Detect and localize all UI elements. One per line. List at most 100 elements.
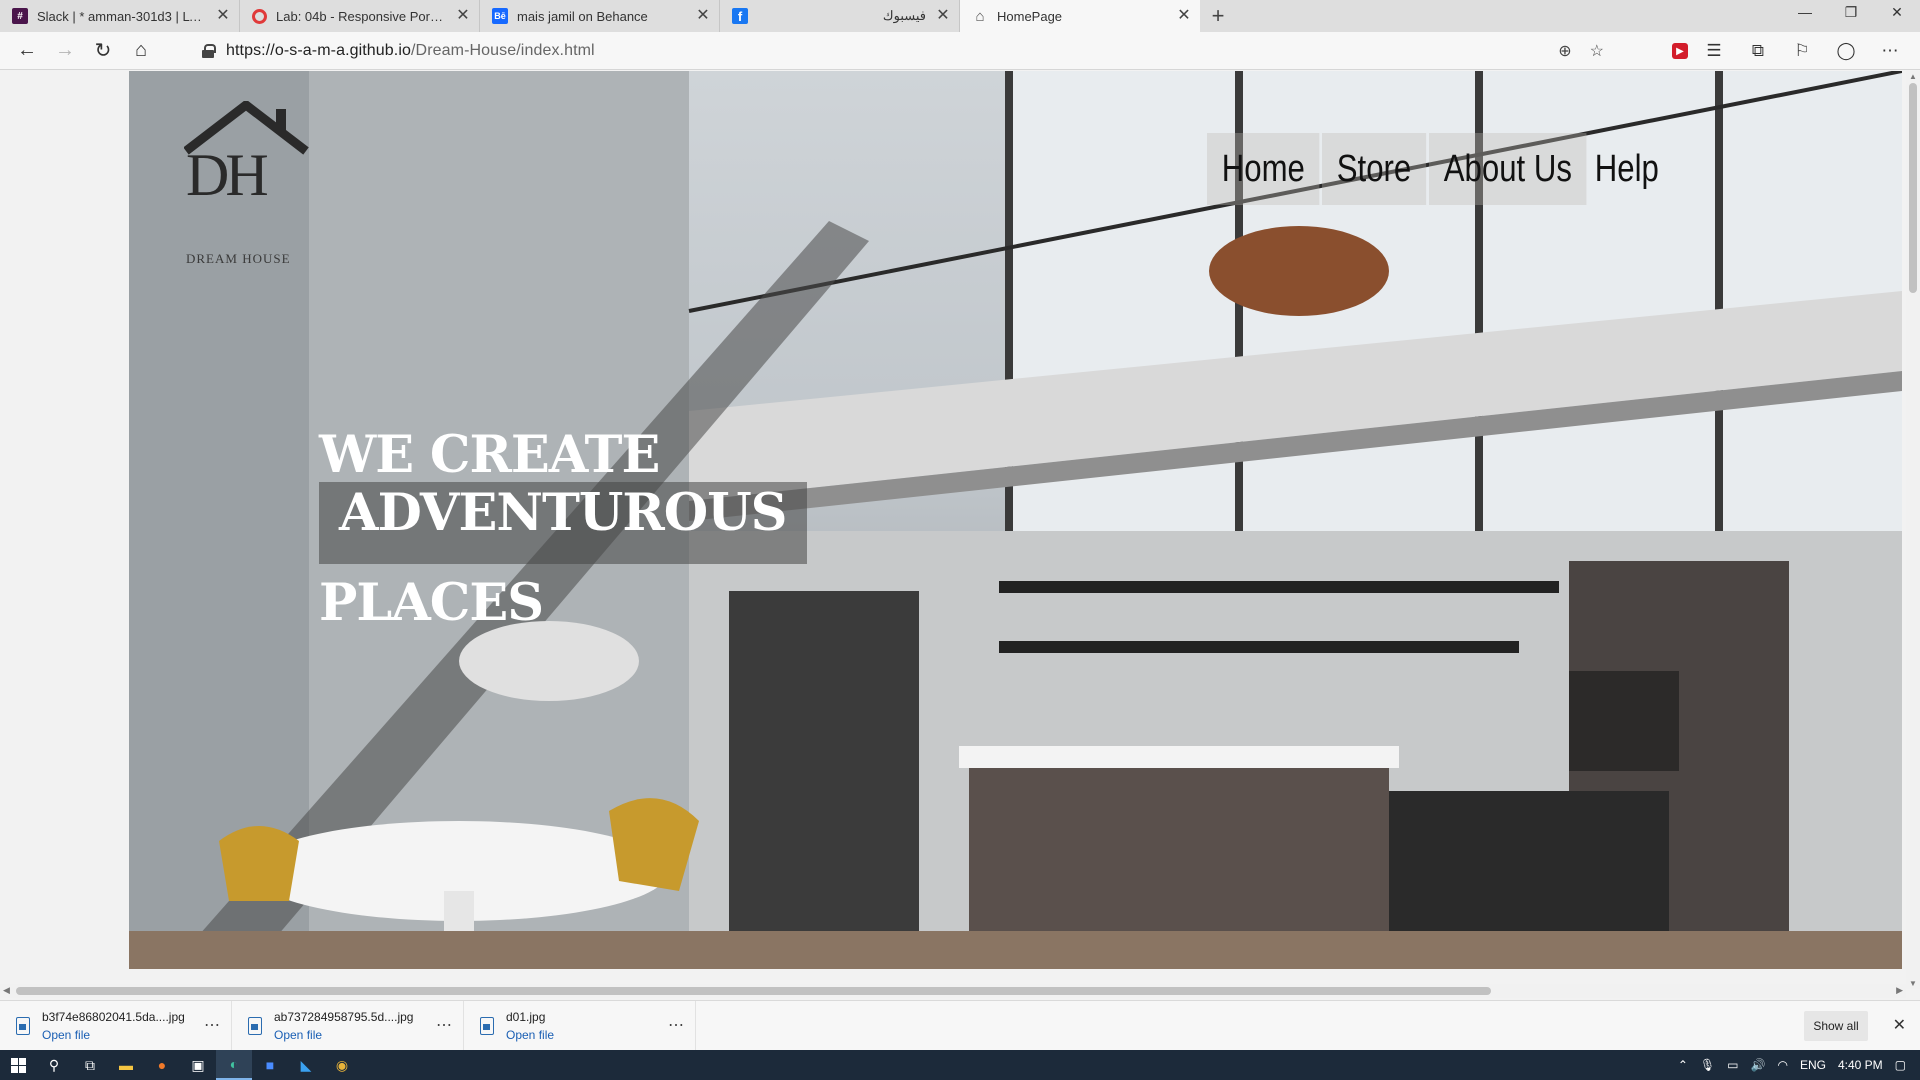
scroll-right-arrow-icon[interactable]: ▶ (1896, 985, 1903, 996)
download-item[interactable]: b3f74e86802041.5da....jpg Open file ⋯ (0, 1000, 232, 1051)
volume-icon[interactable]: 🔊 (1751, 1058, 1766, 1072)
start-button[interactable] (0, 1050, 36, 1080)
notifications-icon[interactable]: ▢ (1895, 1058, 1906, 1072)
microphone-icon[interactable]: 🎙 (1700, 1058, 1715, 1072)
chrome-icon[interactable]: ◉ (324, 1050, 360, 1080)
close-downloads-icon[interactable]: ✕ (1893, 1015, 1906, 1035)
refresh-button[interactable]: ↻ (84, 35, 122, 67)
more-menu-icon[interactable]: ⋯ (1872, 36, 1908, 66)
photos-icon[interactable]: ▣ (180, 1050, 216, 1080)
horizontal-scrollbar[interactable]: ◀ ▶ (0, 984, 1906, 998)
image-file-icon (480, 1016, 494, 1035)
close-tab-icon[interactable]: ✕ (1176, 8, 1192, 24)
tab-title: فيسبوك (882, 8, 926, 23)
more-options-icon[interactable]: ⋯ (436, 1015, 453, 1035)
open-file-link[interactable]: Open file (42, 1028, 185, 1042)
more-options-icon[interactable]: ⋯ (204, 1015, 221, 1035)
downloads-bar: b3f74e86802041.5da....jpg Open file ⋯ ab… (0, 1000, 1920, 1051)
forward-button[interactable]: → (46, 35, 84, 67)
slack-icon: # (12, 8, 28, 24)
site-logo[interactable]: DH (184, 101, 309, 213)
tab-lab[interactable]: Lab: 04b - Responsive Portfolio ✕ (240, 0, 480, 32)
battery-icon[interactable]: ▭ (1727, 1058, 1738, 1072)
image-file-icon (248, 1016, 262, 1035)
scroll-left-arrow-icon[interactable]: ◀ (3, 985, 10, 996)
minimize-button[interactable]: — (1782, 0, 1828, 24)
hero-headline: WE CREATE ADVENTUROUS PLACES (319, 426, 807, 632)
new-tab-button[interactable]: + (1200, 0, 1236, 32)
url-text[interactable]: https://o-s-a-m-a.github.io/Dream-House/… (226, 42, 595, 60)
tab-slack[interactable]: # Slack | * amman-301d3 | LTUC - ... ✕ (0, 0, 240, 32)
home-button[interactable]: ⌂ (122, 35, 160, 67)
url-scheme: https:// (226, 42, 275, 59)
app-orange-icon[interactable]: ● (144, 1050, 180, 1080)
tab-title: Lab: 04b - Responsive Portfolio (276, 8, 446, 24)
zoom-icon[interactable]: ⊕ (1558, 41, 1571, 61)
task-view-icon[interactable]: ⧉ (72, 1050, 108, 1080)
close-tab-icon[interactable]: ✕ (695, 8, 711, 24)
close-tab-icon[interactable]: ✕ (935, 8, 951, 24)
show-hidden-icons-icon[interactable]: ⌃ (1678, 1058, 1688, 1072)
tab-facebook[interactable]: f فيسبوك ✕ (720, 0, 960, 32)
page-viewport: DH DREAM HOUSE Home Store About Us Help … (0, 71, 1906, 989)
windows-logo-icon (10, 1057, 26, 1073)
ltuc-icon (252, 8, 267, 24)
image-file-icon (16, 1016, 30, 1035)
file-explorer-icon[interactable]: ▬ (108, 1050, 144, 1080)
favorites-icon[interactable]: ☰ (1696, 36, 1732, 66)
tab-title: Slack | * amman-301d3 | LTUC - ... (37, 8, 206, 24)
download-filename: d01.jpg (506, 1009, 546, 1024)
logo-monogram: DH (186, 142, 269, 208)
nav-about-us[interactable]: About Us (1429, 133, 1587, 205)
download-item[interactable]: ab737284958795.5d....jpg Open file ⋯ (232, 1000, 464, 1051)
more-options-icon[interactable]: ⋯ (668, 1015, 685, 1035)
window-controls: — ❐ ✕ (1782, 0, 1920, 24)
scroll-down-arrow-icon[interactable]: ▼ (1909, 979, 1917, 988)
tab-strip: # Slack | * amman-301d3 | LTUC - ... ✕ L… (0, 0, 1920, 32)
extension-icon[interactable]: ▶ (1672, 43, 1688, 59)
horizontal-scroll-thumb[interactable] (16, 987, 1491, 995)
open-file-link[interactable]: Open file (506, 1028, 554, 1042)
favorite-star-icon[interactable]: ☆ (1590, 41, 1604, 61)
hero-section: DH DREAM HOUSE Home Store About Us Help … (129, 71, 1902, 969)
url-path: /Dream-House/index.html (411, 42, 595, 59)
behance-icon: Bē (492, 8, 508, 24)
scroll-up-arrow-icon[interactable]: ▲ (1909, 72, 1917, 81)
open-file-link[interactable]: Open file (274, 1028, 413, 1042)
system-tray: ⌃ 🎙 ▭ 🔊 ◠ ENG 4:40 PM ▢ (1678, 1050, 1920, 1080)
feedback-icon[interactable]: ⚐ (1784, 36, 1820, 66)
show-all-downloads-button[interactable]: Show all (1804, 1011, 1868, 1041)
address-bar[interactable]: https://o-s-a-m-a.github.io/Dream-House/… (190, 36, 1610, 66)
vertical-scrollbar[interactable]: ▲ ▼ (1906, 71, 1920, 989)
vertical-scroll-thumb[interactable] (1909, 83, 1917, 293)
vscode-icon[interactable]: ◣ (288, 1050, 324, 1080)
tab-title: HomePage (997, 8, 1063, 24)
back-button[interactable]: ← (8, 35, 46, 67)
address-bar-actions: ⊕ ☆ (1558, 36, 1610, 66)
close-tab-icon[interactable]: ✕ (455, 8, 471, 24)
headline-line-1: WE CREATE (319, 425, 660, 485)
download-item[interactable]: d01.jpg Open file ⋯ (464, 1000, 696, 1051)
lock-icon[interactable] (202, 44, 216, 58)
profile-icon[interactable]: ◯ (1828, 36, 1864, 66)
url-domain: o-s-a-m-a.github.io (274, 42, 412, 59)
clock[interactable]: 4:40 PM (1838, 1058, 1883, 1072)
nav-home[interactable]: Home (1207, 133, 1320, 205)
close-tab-icon[interactable]: ✕ (215, 8, 231, 24)
search-icon[interactable]: ⚲ (36, 1050, 72, 1080)
restore-button[interactable]: ❐ (1828, 0, 1874, 24)
tab-homepage[interactable]: ⌂ HomePage ✕ (960, 0, 1200, 32)
edge-browser-icon[interactable]: ◐ (216, 1050, 252, 1080)
language-indicator[interactable]: ENG (1800, 1058, 1826, 1072)
home-icon: ⌂ (975, 7, 985, 25)
wifi-icon[interactable]: ◠ (1777, 1058, 1787, 1072)
close-window-button[interactable]: ✕ (1874, 0, 1920, 24)
facebook-icon: f (732, 8, 748, 24)
zoom-app-icon[interactable]: ■ (252, 1050, 288, 1080)
tab-behance[interactable]: Bē mais jamil on Behance ✕ (480, 0, 720, 32)
nav-help[interactable]: Help (1580, 133, 1674, 205)
headline-line-2: ADVENTUROUS (319, 482, 807, 564)
collections-icon[interactable]: ⧉ (1740, 36, 1776, 66)
nav-store[interactable]: Store (1322, 133, 1427, 205)
toolbar-right: ▶ ☰ ⧉ ⚐ ◯ ⋯ (1672, 36, 1908, 66)
